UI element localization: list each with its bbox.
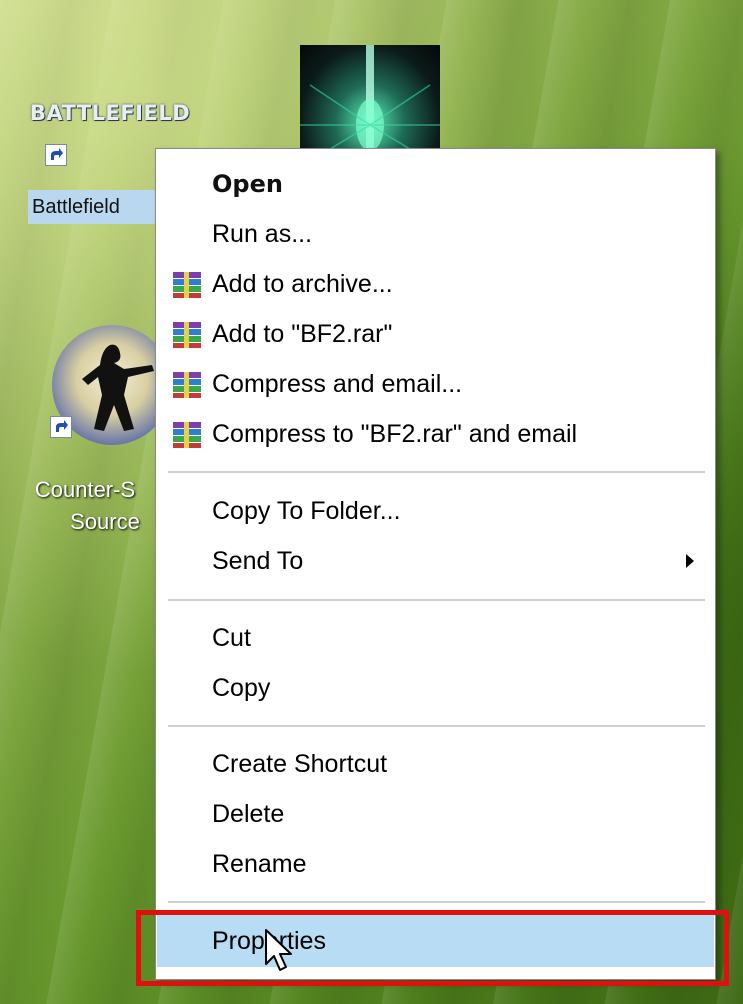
- menu-item-label: Cut: [212, 623, 251, 652]
- menu-separator: [168, 471, 705, 473]
- menu-item-create-shortcut[interactable]: Create Shortcut: [157, 739, 714, 789]
- menu-item-label: Compress to "BF2.rar" and email: [212, 419, 578, 448]
- menu-separator: [168, 599, 705, 601]
- winrar-icon: [171, 419, 205, 449]
- menu-item-cut[interactable]: Cut: [157, 613, 714, 663]
- menu-item-copy[interactable]: Copy: [157, 663, 714, 713]
- menu-item-compress-and-email[interactable]: Compress and email...: [157, 359, 714, 409]
- menu-item-label: Compress and email...: [212, 369, 463, 398]
- menu-item-label: Send To: [212, 546, 304, 575]
- menu-item-label: Add to "BF2.rar": [212, 319, 393, 348]
- game-thumbnail-icon[interactable]: [300, 45, 440, 156]
- counter-strike-label-line2: Source: [70, 509, 140, 534]
- menu-item-add-to-archive[interactable]: Add to archive...: [157, 259, 714, 309]
- mouse-pointer-icon: [264, 928, 298, 979]
- counter-strike-label-line1: Counter-S: [34, 477, 136, 502]
- menu-item-label: Create Shortcut: [212, 749, 388, 778]
- counter-strike-label[interactable]: Counter-S Source: [0, 474, 170, 538]
- menu-item-label: Copy: [212, 673, 271, 702]
- highlight-annotation-box: [136, 910, 729, 986]
- menu-item-delete[interactable]: Delete: [157, 789, 714, 839]
- menu-item-label: Add to archive...: [212, 269, 393, 298]
- menu-item-send-to[interactable]: Send To: [157, 536, 714, 586]
- menu-item-rename[interactable]: Rename: [157, 839, 714, 889]
- battlefield-label[interactable]: Battlefield: [28, 190, 176, 224]
- light-beam-icon: [300, 45, 440, 156]
- menu-item-label: Rename: [212, 849, 307, 878]
- menu-separator: [168, 725, 705, 727]
- menu-item-label: Copy To Folder...: [212, 496, 401, 525]
- menu-item-compress-to-bf2-rar-and-email[interactable]: Compress to "BF2.rar" and email: [157, 409, 714, 459]
- context-menu: Open Run as... Add to archive... Add to …: [155, 148, 716, 980]
- menu-item-run-as[interactable]: Run as...: [157, 209, 714, 259]
- shortcut-arrow-icon: [45, 144, 67, 166]
- menu-item-add-to-bf2-rar[interactable]: Add to "BF2.rar": [157, 309, 714, 359]
- battlefield-logo-text: BATTLEFIELD: [29, 100, 191, 125]
- battlefield-logo[interactable]: BATTLEFIELD: [30, 75, 190, 150]
- shortcut-arrow-icon: [50, 416, 72, 438]
- menu-item-label: Open: [212, 170, 283, 198]
- menu-item-label: Delete: [212, 799, 285, 828]
- menu-item-label: Run as...: [212, 219, 313, 248]
- winrar-icon: [171, 369, 205, 399]
- menu-item-open[interactable]: Open: [157, 159, 714, 209]
- winrar-icon: [171, 319, 205, 349]
- menu-separator: [168, 901, 705, 903]
- submenu-arrow-icon: [686, 554, 694, 568]
- winrar-icon: [171, 269, 205, 299]
- menu-item-copy-to-folder[interactable]: Copy To Folder...: [157, 486, 714, 536]
